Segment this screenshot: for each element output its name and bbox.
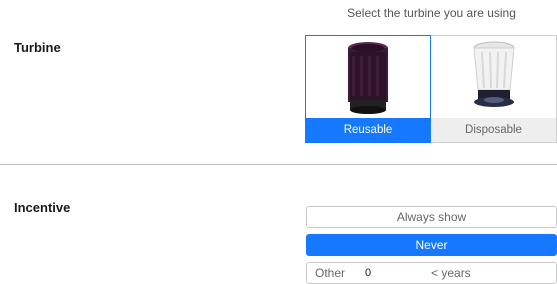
- incentive-other-label: Other: [315, 266, 346, 280]
- turbine-option-reusable-label: Reusable: [306, 118, 430, 142]
- turbine-option-disposable-label: Disposable: [431, 118, 556, 142]
- incentive-option-other[interactable]: Other < years: [306, 262, 557, 284]
- incentive-option-never[interactable]: Never: [306, 234, 557, 256]
- section-divider: [0, 164, 557, 165]
- incentive-other-unit: < years: [431, 266, 471, 280]
- incentive-section-label: Incentive: [14, 200, 71, 215]
- turbine-section-label: Turbine: [14, 40, 61, 55]
- incentive-other-years-input[interactable]: [359, 267, 405, 279]
- turbine-hint: Select the turbine you are using: [347, 6, 516, 20]
- disposable-turbine-image: [431, 36, 556, 118]
- incentive-option-always-show[interactable]: Always show: [306, 206, 557, 228]
- reusable-turbine-image: [306, 36, 430, 118]
- turbine-selector: Reusable Disposable: [305, 35, 557, 143]
- turbine-option-reusable[interactable]: Reusable: [305, 35, 431, 143]
- turbine-option-disposable[interactable]: Disposable: [431, 35, 557, 143]
